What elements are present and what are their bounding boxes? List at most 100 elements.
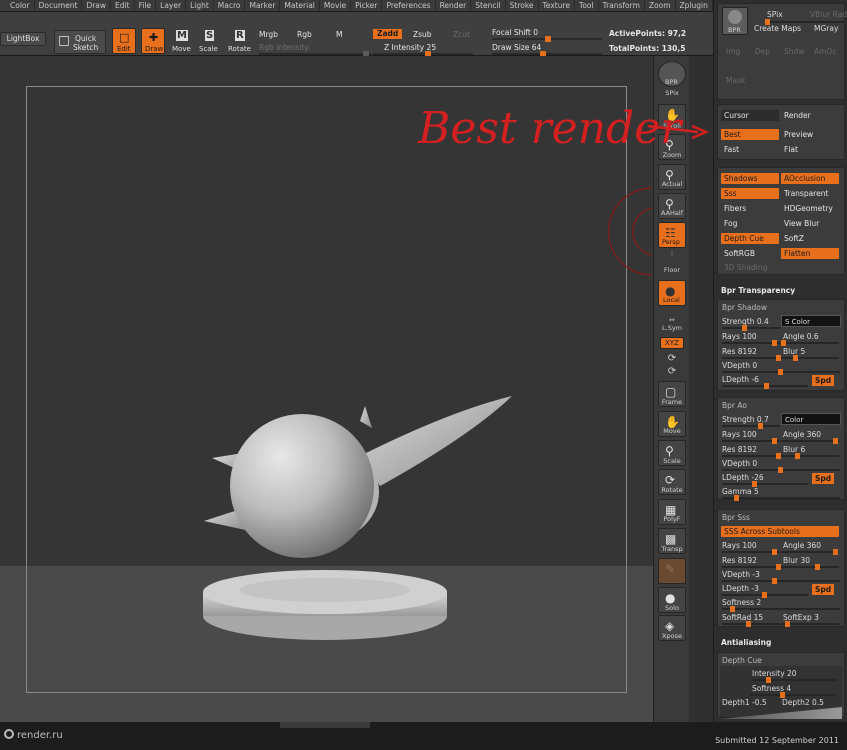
sss-blur-knob[interactable] [815, 564, 820, 570]
zcut-toggle[interactable]: Zcut [453, 30, 470, 39]
focal-shift-slider[interactable] [492, 36, 602, 42]
softz-toggle[interactable]: SoftZ [781, 233, 839, 244]
zsub-toggle[interactable]: Zsub [413, 30, 432, 39]
create-maps-button[interactable]: Create Maps [754, 24, 801, 33]
ao-vdepth-knob[interactable] [778, 467, 783, 473]
sss-rays-slider[interactable] [722, 549, 780, 555]
sss-rays-knob[interactable] [772, 549, 777, 555]
menu-item-material[interactable]: Material [280, 0, 320, 11]
ao-angle-slider[interactable] [781, 438, 839, 444]
rgb-intensity-slider[interactable] [259, 51, 371, 57]
dep-button[interactable]: Dep [755, 47, 770, 56]
draw-size-slider[interactable] [492, 51, 602, 57]
floor-label[interactable]: Floor [656, 266, 688, 274]
lsym-label[interactable]: L.Sym [656, 324, 688, 332]
ao-strength-knob[interactable] [758, 423, 763, 429]
preview-button[interactable]: Preview [781, 129, 839, 140]
m-toggle[interactable]: M [336, 30, 342, 39]
ao-strength-slider[interactable] [722, 423, 780, 429]
z-intensity-slider[interactable] [373, 51, 473, 57]
sss-softexp-slider[interactable] [781, 621, 839, 627]
menu-item-stroke[interactable]: Stroke [506, 0, 539, 11]
menu-item-texture[interactable]: Texture [539, 0, 576, 11]
view-blur-toggle[interactable]: View Blur [781, 218, 839, 229]
menu-item-draw[interactable]: Draw [82, 0, 112, 11]
sss-ldepth-slider[interactable] [722, 592, 808, 598]
persp-button[interactable]: ☷ Persp [658, 222, 686, 248]
transparent-toggle[interactable]: Transparent [781, 188, 839, 199]
menu-item-render[interactable]: Render [436, 0, 472, 11]
shadow-rays-knob[interactable] [772, 340, 777, 346]
shadow-res-slider[interactable] [722, 355, 781, 361]
edit-button[interactable]: □ Edit [112, 28, 136, 54]
shadow-ldepth-slider[interactable] [722, 383, 808, 389]
menu-item-color[interactable]: Color [6, 0, 35, 11]
cursor-button[interactable]: Cursor [721, 110, 779, 121]
sss-res-slider[interactable] [722, 564, 781, 570]
rotate-z-icon[interactable]: ⟳ [656, 366, 688, 377]
bpr-ao-header[interactable]: Bpr Ao [722, 401, 747, 410]
amoc-button[interactable]: AmOc [814, 47, 836, 56]
menu-item-movie[interactable]: Movie [320, 0, 352, 11]
depth-cue-intensity-knob[interactable] [766, 677, 771, 683]
ao-angle-knob[interactable] [833, 438, 838, 444]
img-button[interactable]: Img [726, 47, 740, 56]
render-button[interactable]: Render [781, 110, 839, 121]
local-button[interactable]: ● Local [658, 280, 686, 306]
mgray-button[interactable]: MGray [814, 24, 838, 33]
softrgb-toggle[interactable]: SoftRGB [721, 248, 779, 259]
flat-button[interactable]: Flat [781, 144, 839, 155]
sss-softness-knob[interactable] [730, 606, 735, 612]
depth-cue-toggle[interactable]: Depth Cue [721, 233, 779, 244]
depth-cue-intensity-slider[interactable] [750, 677, 836, 683]
shadow-angle-knob[interactable] [781, 340, 786, 346]
shadow-angle-slider[interactable] [781, 340, 839, 346]
rgb-toggle[interactable]: Rgb [297, 30, 312, 39]
ao-gamma-knob[interactable] [734, 495, 739, 501]
sss-softness-slider[interactable] [722, 606, 840, 612]
spix-slider[interactable] [765, 19, 845, 25]
shadow-spd-button[interactable]: Spd [812, 375, 835, 386]
move-button[interactable]: M Move [170, 28, 192, 54]
shadow-vdepth-slider[interactable] [722, 369, 840, 375]
ao-res-slider[interactable] [722, 453, 781, 459]
shdw-button[interactable]: Shdw [784, 47, 804, 56]
mask-button[interactable]: Mask [726, 76, 745, 85]
sss-across-subtools-toggle[interactable]: SSS Across Subtools [721, 526, 839, 537]
menu-item-picker[interactable]: Picker [351, 0, 383, 11]
ao-spd-button[interactable]: Spd [812, 473, 835, 484]
sss-blur-slider[interactable] [781, 564, 839, 570]
sss-angle-knob[interactable] [833, 549, 838, 555]
shadow-vdepth-knob[interactable] [778, 369, 783, 375]
document-canvas[interactable] [0, 56, 653, 722]
menu-item-transform[interactable]: Transform [599, 0, 645, 11]
antialiasing-header[interactable]: Antialiasing [721, 638, 771, 647]
ao-rays-knob[interactable] [772, 438, 777, 444]
ghost-button[interactable]: ✎ [658, 558, 686, 584]
rotate-y-icon[interactable]: ⟳ [656, 353, 688, 364]
draw-button[interactable]: ✚ Draw [141, 28, 165, 54]
fast-button[interactable]: Fast [721, 144, 779, 155]
scroll-handle[interactable] [280, 722, 370, 728]
depth-cue-softness-slider[interactable] [750, 692, 836, 698]
vblur-radius-label[interactable]: VBlur Radius [810, 10, 847, 19]
bpr-shadow-header[interactable]: Bpr Shadow [722, 303, 767, 312]
best-button[interactable]: Best [721, 129, 779, 140]
sss-toggle[interactable]: Sss [721, 188, 779, 199]
menu-item-document[interactable]: Document [35, 0, 83, 11]
menu-item-light[interactable]: Light [186, 0, 214, 11]
menu-item-zoom[interactable]: Zoom [645, 0, 676, 11]
shading-3d-slider[interactable]: 3D Shading [721, 262, 839, 273]
hdgeometry-toggle[interactable]: HDGeometry [781, 203, 839, 214]
bpr-sss-header[interactable]: Bpr Sss [722, 513, 750, 522]
sss-spd-button[interactable]: Spd [812, 584, 835, 595]
shadows-toggle[interactable]: Shadows [721, 173, 779, 184]
sss-vdepth-slider[interactable] [722, 578, 840, 584]
ao-color-field[interactable]: Color [781, 413, 841, 425]
ao-vdepth-slider[interactable] [722, 467, 840, 473]
fog-toggle[interactable]: Fog [721, 218, 779, 229]
depth-cue-header[interactable]: Depth Cue [722, 656, 762, 665]
sss-softrad-slider[interactable] [722, 621, 780, 627]
sss-ldepth-knob[interactable] [762, 592, 767, 598]
aocclusion-toggle[interactable]: AOcclusion [781, 173, 839, 184]
